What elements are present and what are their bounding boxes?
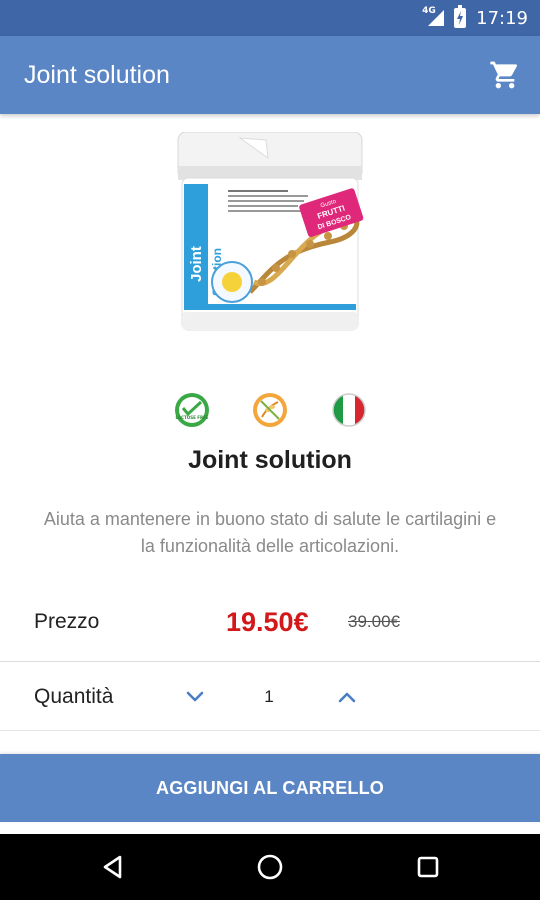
home-circle-icon	[257, 854, 283, 880]
price-original: 39.00€	[348, 612, 400, 631]
battery-icon	[454, 5, 467, 28]
system-nav-bar	[0, 834, 540, 900]
shopping-cart-icon	[490, 61, 518, 89]
product-image: Joint Solution Gusto FRUTTI DI BOSCO	[170, 131, 370, 342]
product-description: Aiuta a mantenere in buono stato di salu…	[43, 509, 497, 556]
product-name: Joint solution	[188, 446, 352, 474]
quantity-increase-button[interactable]	[332, 682, 362, 712]
price-label: Prezzo	[34, 610, 100, 633]
quantity-label: Quantità	[34, 685, 114, 708]
status-icons: 4G 17:19	[422, 0, 528, 36]
chevron-down-icon	[186, 691, 204, 702]
status-time: 17:19	[476, 7, 528, 29]
page-title: Joint solution	[24, 61, 170, 89]
recents-button[interactable]	[388, 834, 468, 900]
gluten-free-icon	[252, 392, 288, 428]
quantity-row: Quantità 1	[0, 663, 540, 731]
signal-icon: 4G	[422, 6, 445, 28]
back-triangle-icon	[103, 855, 122, 879]
back-button[interactable]	[73, 834, 153, 900]
home-button[interactable]	[230, 834, 310, 900]
price-current: 19.50€	[226, 607, 309, 637]
lactose-free-text: LACTOSE FREE	[176, 415, 209, 420]
quantity-decrease-button[interactable]	[180, 682, 210, 712]
product-badges: LACTOSE FREE	[0, 392, 540, 428]
jar-brand-line1: Joint	[188, 246, 205, 282]
italy-flag-icon	[331, 392, 367, 428]
add-to-cart-button[interactable]: AGGIUNGI AL CARRELLO	[0, 754, 540, 822]
cart-button[interactable]	[486, 56, 524, 94]
status-bar: 4G 17:19	[0, 0, 540, 36]
lactose-free-icon: LACTOSE FREE	[174, 392, 210, 428]
quantity-value: 1	[264, 687, 274, 706]
app-bar: Joint solution	[0, 36, 540, 114]
recents-square-icon	[417, 856, 439, 878]
chevron-up-icon	[338, 692, 356, 703]
price-row: Prezzo 19.50€ 39.00€	[0, 596, 540, 662]
